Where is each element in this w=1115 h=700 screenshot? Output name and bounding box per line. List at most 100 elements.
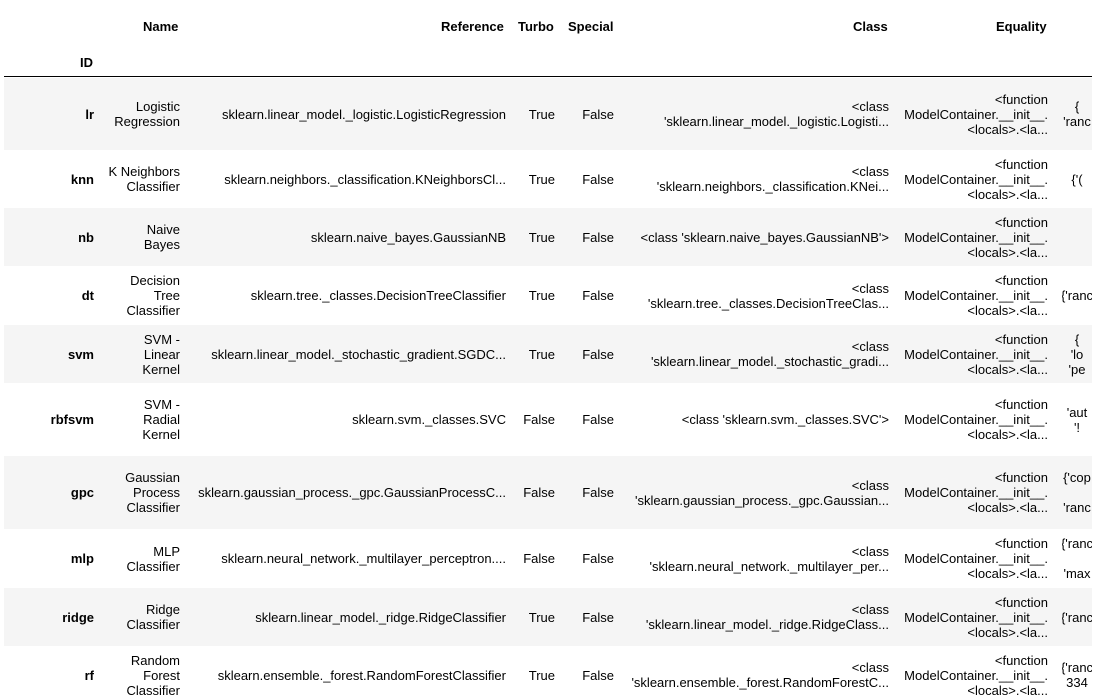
cell-line: Naive — [146, 222, 180, 237]
cell-line: <locals>.<la... — [967, 361, 1048, 377]
header-divider — [4, 76, 1092, 77]
name-lines: Random Forest Classifier — [127, 653, 180, 698]
cell-line: <locals>.<la... — [967, 186, 1048, 202]
cell-line: <locals>.<la... — [967, 566, 1048, 581]
args-lines: {'ranc — [1062, 610, 1092, 625]
row-id-cell: mlp — [70, 551, 94, 566]
name-cell: Logistic Regression — [100, 78, 180, 150]
cell-line: Classifier — [126, 617, 180, 632]
name-cell: MLP Classifier — [100, 529, 180, 588]
turbo-cell: True — [528, 346, 555, 362]
cell-line: Radial — [143, 412, 180, 427]
equality-lines: <function ModelContainer.__init__. <locals… — [904, 653, 1048, 698]
args-lines: {'ranc — [1063, 99, 1091, 129]
class-cell: <class'sklearn.linear_model._ridge.Ridge… — [619, 588, 889, 646]
class-cell: <class'sklearn.neural_network._multilaye… — [619, 529, 890, 588]
table-row: svm SVM - Linear Kernel sklearn.linear_model… — [4, 325, 1092, 383]
column-header-name: Name — [143, 19, 179, 34]
reference-cell: sklearn.svm._classes.SVC — [352, 412, 506, 427]
special-cell: False — [582, 288, 614, 303]
name-cell: Gaussian Process Classifier — [100, 456, 180, 529]
cell-line: ModelContainer.__init__. — [904, 106, 1048, 122]
equality-lines: <function ModelContainer.__init__. <locals… — [904, 332, 1048, 377]
special-cell: False — [582, 551, 614, 566]
args-lines: {'ranc — [1062, 288, 1092, 303]
class-lines: <class'sklearn.gaussian_process._gpc.Gau… — [635, 478, 889, 508]
turbo-cell: True — [528, 229, 555, 245]
class-cell: <class'sklearn.ensemble._forest.RandomFo… — [619, 646, 889, 700]
args-cell-truncated — [1062, 208, 1092, 266]
row-id-cell: rf — [84, 667, 94, 683]
cell-line — [1062, 551, 1092, 566]
args-cell-truncated: {'cop 'ranc — [1062, 456, 1092, 529]
table-row: knn K Neighbors Classifier sklearn.neighbor… — [4, 150, 1092, 208]
cell-line: ModelContainer.__init__. — [904, 346, 1048, 362]
equality-cell: <function ModelContainer.__init__. <locals… — [898, 150, 1048, 208]
cell-line: Bayes — [143, 237, 180, 252]
cell-line: 'ranc — [1063, 500, 1091, 515]
cell-line: ModelContainer.__init__. — [904, 551, 1048, 566]
args-lines: {'ranc 'max — [1062, 536, 1092, 581]
cell-line: {'cop — [1063, 470, 1091, 485]
cell-line: Kernel — [142, 361, 180, 377]
cell-line: <function — [994, 594, 1048, 610]
args-cell-truncated: {'ranc — [1062, 78, 1092, 150]
turbo-cell: True — [528, 609, 555, 625]
column-header-class: Class — [853, 19, 888, 34]
cell-line: ModelContainer.__init__. — [904, 609, 1048, 625]
cell-line: ModelContainer.__init__. — [904, 288, 1048, 303]
cell-line: <class — [851, 543, 889, 559]
equality-lines: <function ModelContainer.__init__. <locals… — [904, 273, 1048, 318]
row-id-cell: rbfsvm — [50, 412, 94, 427]
cell-line: Classifier — [126, 558, 180, 574]
cell-line: <function — [994, 156, 1048, 172]
cell-line: {'ranc — [1062, 609, 1092, 625]
class-lines: <class'sklearn.linear_model._ridge.Ridge… — [646, 602, 889, 632]
row-id-cell: svm — [67, 346, 94, 362]
name-lines: Decision Tree Classifier — [127, 273, 180, 318]
cell-line: <locals>.<la... — [967, 121, 1048, 137]
cell-line: Regression — [114, 114, 180, 129]
name-lines: K Neighbors Classifier — [108, 164, 180, 194]
row-id-cell: nb — [78, 229, 94, 245]
equality-cell: <function ModelContainer.__init__. <locals… — [898, 383, 1048, 456]
equality-cell: <function ModelContainer.__init__. <locals… — [898, 456, 1048, 529]
class-lines: <class'sklearn.neural_network._multilaye… — [650, 544, 890, 574]
equality-lines: <function ModelContainer.__init__. <locals… — [904, 595, 1048, 640]
cell-line: 'lo — [1070, 346, 1084, 362]
equality-lines: <function ModelContainer.__init__. <locals… — [904, 215, 1048, 260]
cell-line: SVM - — [143, 397, 180, 412]
cell-line: <locals>.<la... — [967, 427, 1048, 442]
table-row: rbfsvm SVM - Radial Kernel sklearn.svm._clas… — [4, 383, 1092, 456]
cell-line: {'ranc — [1062, 660, 1092, 675]
equality-cell: <function ModelContainer.__init__. <locals… — [898, 325, 1048, 383]
cell-line: 'sklearn.neighbors._classification.KNei.… — [656, 179, 889, 194]
equality-cell: <function ModelContainer.__init__. <locals… — [898, 208, 1048, 266]
cell-line: { — [1074, 99, 1080, 114]
cell-line: <class — [851, 164, 889, 179]
name-lines: Naive Bayes — [144, 222, 180, 252]
cell-line: <function — [994, 652, 1048, 668]
table-row: lr Logistic Regression sklearn.linear_model… — [4, 78, 1092, 150]
name-cell: SVM - Radial Kernel — [100, 383, 180, 456]
reference-cell: sklearn.linear_model._ridge.RidgeClassif… — [255, 609, 506, 625]
args-cell-truncated: {'ranc — [1062, 588, 1092, 646]
row-id-cell: ridge — [62, 609, 94, 625]
turbo-cell: False — [523, 412, 555, 427]
cell-line: 'sklearn.neural_network._multilayer_per.… — [649, 558, 890, 574]
class-cell: <class'sklearn.neighbors._classification… — [619, 150, 889, 208]
special-cell: False — [582, 346, 614, 362]
cell-line: <locals>.<la... — [967, 303, 1048, 318]
cell-line: <locals>.<la... — [967, 624, 1048, 640]
cell-line: 'sklearn.linear_model._stochastic_gradi.… — [650, 354, 889, 369]
cell-line: <class — [851, 477, 889, 493]
cell-line: Gaussian — [125, 470, 180, 485]
cell-line: Classifier — [126, 682, 180, 698]
reference-cell: sklearn.naive_bayes.GaussianNB — [310, 229, 506, 245]
name-cell: Ridge Classifier — [100, 588, 180, 646]
table-row: rf Random Forest Classifier sklearn.ensemble… — [4, 646, 1092, 700]
class-lines: <class'sklearn.linear_model._logistic.Lo… — [664, 99, 889, 129]
cell-line: <function — [994, 214, 1048, 230]
class-lines: <class'sklearn.tree._classes.DecisionTre… — [648, 281, 889, 311]
turbo-cell: True — [528, 106, 555, 122]
